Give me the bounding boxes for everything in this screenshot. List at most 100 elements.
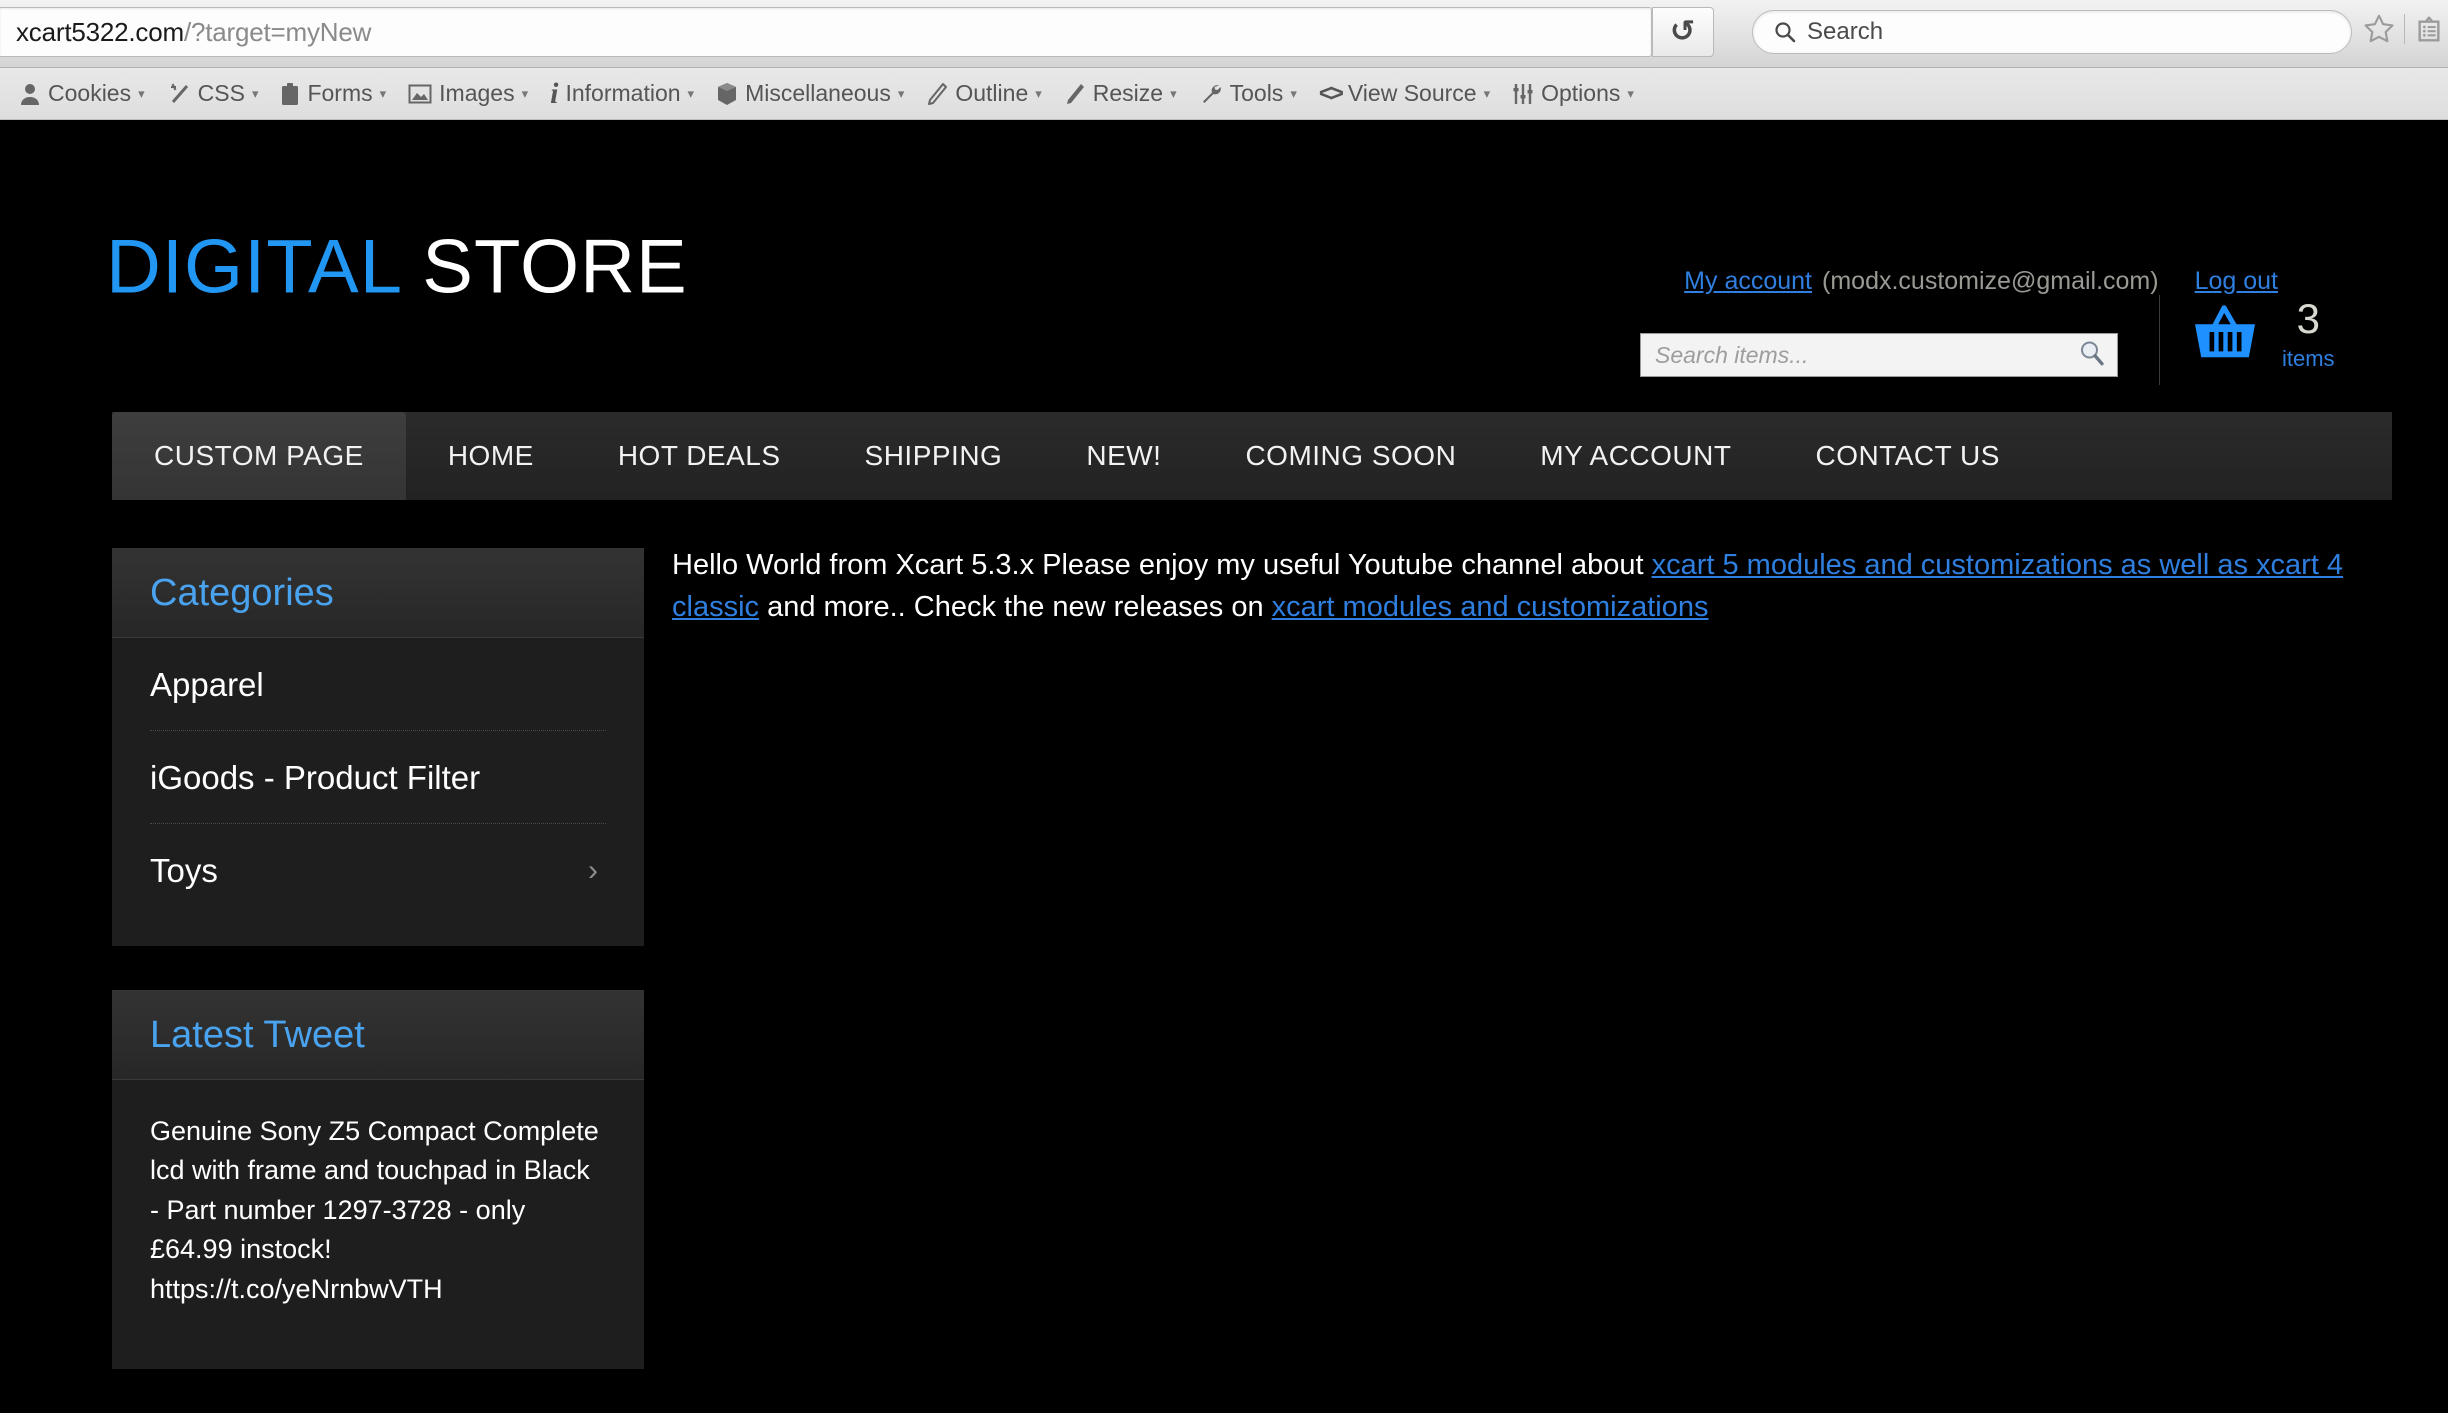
ruler-icon: [1064, 82, 1086, 106]
latest-tweet-header: Latest Tweet: [112, 990, 644, 1080]
nav-label: NEW!: [1086, 440, 1162, 471]
nav-item-custom-page[interactable]: CUSTOM PAGE: [112, 412, 406, 500]
main-navigation: CUSTOM PAGE HOME HOT DEALS SHIPPING NEW!…: [112, 412, 2392, 500]
browser-chrome: xcart5322.com/?target=myNew ↻ Search: [0, 0, 2448, 68]
url-text: xcart5322.com/?target=myNew: [16, 17, 371, 48]
xcart-modules-link[interactable]: xcart modules and customizations: [1272, 591, 1709, 623]
sliders-icon: [1512, 82, 1534, 106]
devtool-css[interactable]: CSS ▾: [156, 68, 270, 120]
nav-label: CUSTOM PAGE: [154, 440, 364, 471]
store-page: DIGITAL STORE My account (modx.customize…: [0, 120, 2448, 1370]
browser-search-placeholder: Search: [1807, 18, 1884, 45]
nav-label: HOME: [447, 440, 534, 471]
nav-label: HOT DEALS: [617, 440, 781, 471]
devtool-forms[interactable]: Forms ▾: [269, 68, 397, 120]
nav-item-new[interactable]: NEW!: [1044, 412, 1203, 500]
chevron-down-icon: ▾: [1035, 85, 1042, 101]
category-label: Toys: [150, 852, 218, 889]
cart-count-wrap: 3 items: [2282, 298, 2335, 370]
reload-button[interactable]: ↻: [1652, 7, 1714, 57]
devtool-label: View Source: [1347, 80, 1477, 106]
main-content: Hello World from Xcart 5.3.x Please enjo…: [672, 545, 2384, 629]
site-search-input[interactable]: Search items...: [1655, 342, 2077, 369]
info-italic-icon: i: [550, 76, 559, 110]
categories-title: Categories: [150, 572, 334, 614]
welcome-text-1: Hello World from Xcart 5.3.x Please enjo…: [672, 549, 1652, 581]
cart-widget[interactable]: 3 items: [2190, 298, 2335, 370]
chevron-down-icon: ▾: [251, 85, 259, 101]
site-logo[interactable]: DIGITAL STORE: [106, 224, 688, 311]
site-search-box[interactable]: Search items...: [1640, 333, 2118, 377]
url-input[interactable]: xcart5322.com/?target=myNew: [0, 7, 1652, 57]
chevron-down-icon: ▾: [897, 85, 905, 101]
nav-label: SHIPPING: [864, 440, 1003, 471]
nav-item-contact-us[interactable]: CONTACT US: [1773, 412, 2041, 500]
box-icon: [716, 82, 738, 106]
devtool-view-source[interactable]: <> View Source ▾: [1308, 68, 1501, 120]
browser-toolbar-icons: [2362, 12, 2448, 46]
chevron-down-icon: ▾: [1483, 85, 1491, 101]
wrench-icon: [1199, 82, 1223, 106]
my-account-link[interactable]: My account: [1684, 267, 1812, 296]
nav-item-shipping[interactable]: SHIPPING: [823, 412, 1045, 500]
devtool-label: Forms: [307, 80, 373, 106]
devtool-outline[interactable]: Outline ▾: [915, 68, 1052, 120]
angle-brackets-icon: <>: [1318, 79, 1344, 107]
nav-item-coming-soon[interactable]: COMING SOON: [1203, 412, 1498, 500]
logo-text-secondary: STORE: [400, 224, 688, 310]
nav-item-hot-deals[interactable]: HOT DEALS: [576, 412, 823, 500]
search-icon: [1773, 20, 1797, 44]
latest-tweet-panel: Latest Tweet Genuine Sony Z5 Compact Com…: [112, 990, 644, 1370]
account-row: My account (modx.customize@gmail.com) Lo…: [1684, 267, 2278, 296]
welcome-text-2: and more.. Check the new releases on: [759, 590, 1272, 623]
devtool-label: Options: [1541, 80, 1621, 106]
chevron-down-icon: ▾: [521, 85, 529, 101]
category-item-toys[interactable]: Toys ›: [150, 824, 606, 946]
devtool-label: Information: [565, 80, 681, 106]
picture-icon: [408, 83, 432, 105]
reader-list-icon[interactable]: [2413, 13, 2445, 45]
chevron-down-icon: ▾: [138, 85, 145, 101]
url-host: xcart5322.com: [16, 16, 184, 47]
devtool-miscellaneous[interactable]: Miscellaneous ▾: [705, 68, 915, 120]
devtool-resize[interactable]: Resize ▾: [1053, 68, 1188, 120]
devtool-options[interactable]: Options ▾: [1501, 68, 1645, 120]
category-label: Apparel: [150, 666, 264, 703]
chevron-right-icon: ›: [588, 854, 598, 887]
shopping-basket-icon[interactable]: [2190, 301, 2262, 368]
logout-link[interactable]: Log out: [2195, 267, 2278, 296]
person-icon: [19, 82, 41, 106]
clipboard-icon: [280, 82, 300, 106]
category-item-apparel[interactable]: Apparel: [150, 638, 606, 731]
nav-label: MY ACCOUNT: [1540, 440, 1732, 471]
welcome-paragraph: Hello World from Xcart 5.3.x Please enjo…: [672, 545, 2384, 629]
account-email: (modx.customize@gmail.com): [1822, 267, 2159, 295]
devtool-images[interactable]: Images ▾: [397, 68, 539, 120]
chevron-down-icon: ▾: [1290, 85, 1297, 101]
devtool-label: Cookies: [48, 80, 132, 106]
nav-item-my-account[interactable]: MY ACCOUNT: [1498, 412, 1773, 500]
sidebar: Categories Apparel iGoods - Product Filt…: [112, 548, 644, 1413]
browser-search-input[interactable]: Search: [1752, 10, 2352, 54]
chevron-down-icon: ▾: [1170, 85, 1177, 101]
devtool-label: CSS: [197, 80, 245, 106]
latest-tweet-text: Genuine Sony Z5 Compact Complete lcd wit…: [150, 1116, 599, 1304]
pencil-icon: [926, 82, 948, 106]
devtool-information[interactable]: i Information ▾: [539, 68, 705, 120]
cart-divider: [2159, 295, 2160, 385]
categories-panel: Categories Apparel iGoods - Product Filt…: [112, 548, 644, 946]
star-icon[interactable]: [2362, 12, 2396, 46]
category-label: iGoods - Product Filter: [150, 759, 481, 796]
devtool-cookies[interactable]: Cookies ▾: [8, 68, 156, 120]
magnifier-icon[interactable]: [2077, 338, 2107, 373]
latest-tweet-title: Latest Tweet: [150, 1014, 365, 1056]
categories-header: Categories: [112, 548, 644, 638]
chevron-down-icon: ▾: [379, 85, 387, 101]
logo-text-primary: DIGITAL: [106, 224, 401, 310]
nav-item-home[interactable]: HOME: [406, 412, 576, 500]
devtool-label: Outline: [955, 80, 1029, 106]
devtool-tools[interactable]: Tools ▾: [1188, 68, 1308, 120]
category-item-igoods[interactable]: iGoods - Product Filter: [150, 731, 606, 824]
devtool-label: Miscellaneous: [745, 80, 891, 106]
latest-tweet-body: Genuine Sony Z5 Compact Complete lcd wit…: [112, 1080, 644, 1369]
